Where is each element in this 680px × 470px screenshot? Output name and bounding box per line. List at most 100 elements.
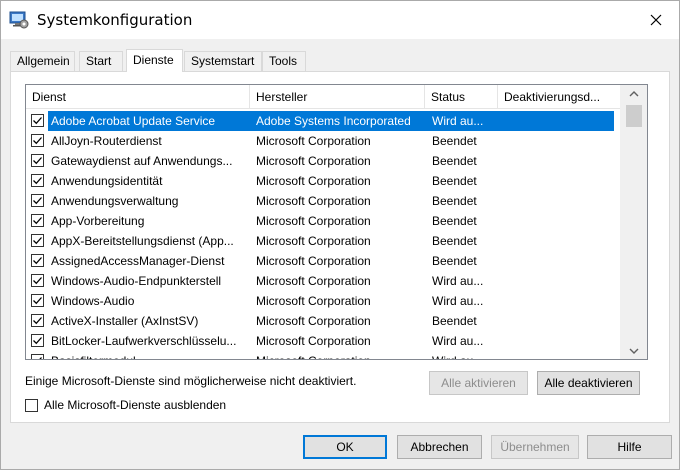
service-vendor: Microsoft Corporation: [256, 154, 371, 168]
chevron-up-icon[interactable]: [620, 85, 647, 102]
service-name: Windows-Audio-Endpunkterstell: [51, 274, 222, 288]
service-status: Beendet: [432, 154, 477, 168]
service-name: Gatewaydienst auf Anwendungs...: [51, 154, 233, 168]
service-checkbox[interactable]: [31, 174, 44, 187]
services-list[interactable]: Dienst Hersteller Status Deaktivierungsd…: [25, 84, 648, 360]
enable-all-button[interactable]: Alle aktivieren: [429, 371, 528, 395]
table-row[interactable]: Anwendungsverwaltung Microsoft Corporatio…: [26, 191, 620, 211]
service-checkbox[interactable]: [31, 214, 44, 227]
checkmark-icon: [33, 177, 42, 185]
table-row[interactable]: Basisfiltermodul Microsoft Corporation Wir…: [26, 351, 620, 359]
system-configuration-window: Systemkonfiguration Allgemein Start Dien…: [0, 0, 680, 470]
column-header-vendor[interactable]: Hersteller: [250, 85, 424, 109]
table-row[interactable]: AssignedAccessManager-Dienst Microsoft Co…: [26, 251, 620, 271]
table-row[interactable]: Adobe Acrobat Update Service Adobe System…: [26, 111, 620, 131]
window-title: Systemkonfiguration: [37, 11, 193, 29]
service-status: Wird au...: [432, 294, 484, 308]
service-checkbox[interactable]: [31, 354, 44, 359]
vertical-scrollbar[interactable]: [620, 85, 647, 359]
cancel-button[interactable]: Abbrechen: [397, 435, 482, 459]
service-checkbox[interactable]: [31, 254, 44, 267]
service-status: Wird au...: [432, 351, 502, 359]
service-vendor: Microsoft Corporation: [256, 351, 428, 359]
tab-dienste[interactable]: Dienste: [126, 49, 183, 72]
service-checkbox[interactable]: [31, 234, 44, 247]
title-bar: Systemkonfiguration: [1, 1, 679, 39]
scrollbar-thumb[interactable]: [626, 105, 642, 127]
service-vendor: Microsoft Corporation: [256, 174, 371, 188]
service-name: ActiveX-Installer (AxInstSV): [51, 314, 199, 328]
service-vendor: Microsoft Corporation: [256, 314, 371, 328]
service-status: Beendet: [432, 174, 477, 188]
apply-button[interactable]: Übernehmen: [491, 435, 579, 459]
table-row[interactable]: Windows-Audio Microsoft Corporation Wird a…: [26, 291, 620, 311]
service-status: Beendet: [432, 194, 477, 208]
checkmark-icon: [33, 257, 42, 265]
service-name: AppX-Bereitstellungsdienst (App...: [51, 234, 234, 248]
column-header-service[interactable]: Dienst: [26, 85, 249, 109]
service-status: Beendet: [432, 234, 477, 248]
service-vendor: Microsoft Corporation: [256, 334, 371, 348]
service-vendor: Microsoft Corporation: [256, 194, 371, 208]
tab-allgemein[interactable]: Allgemein: [10, 51, 75, 71]
service-vendor: Microsoft Corporation: [256, 254, 371, 268]
service-name: Basisfiltermodul: [48, 351, 249, 359]
service-status: Beendet: [432, 314, 477, 328]
row-detail-cells: Microsoft Corporation Beendet: [249, 131, 614, 151]
close-icon[interactable]: [633, 1, 679, 39]
table-row[interactable]: AllJoyn-Routerdienst Microsoft Corporatio…: [26, 131, 620, 151]
table-row[interactable]: Gatewaydienst auf Anwendungs... Microsoft…: [26, 151, 620, 171]
service-name: Anwendungsidentität: [51, 174, 163, 188]
row-detail-cells: Microsoft Corporation Beendet: [249, 251, 614, 271]
checkmark-icon: [33, 117, 42, 125]
checkmark-icon: [33, 217, 42, 225]
chevron-down-icon[interactable]: [620, 342, 647, 359]
checkmark-icon: [33, 237, 42, 245]
table-row[interactable]: Windows-Audio-Endpunkterstell Microsoft C…: [26, 271, 620, 291]
row-detail-cells: Microsoft Corporation Wird au...: [249, 351, 614, 359]
checkmark-icon: [33, 337, 42, 345]
checkmark-icon: [33, 137, 42, 145]
msconfig-icon: [9, 10, 29, 30]
checkbox-box[interactable]: [25, 399, 38, 412]
table-row[interactable]: App-Vorbereitung Microsoft Corporation Bee…: [26, 211, 620, 231]
service-checkbox[interactable]: [31, 314, 44, 327]
service-checkbox[interactable]: [31, 274, 44, 287]
service-checkbox[interactable]: [31, 154, 44, 167]
service-vendor: Microsoft Corporation: [256, 234, 371, 248]
service-checkbox[interactable]: [31, 294, 44, 307]
service-vendor: Microsoft Corporation: [256, 294, 371, 308]
list-header: Dienst Hersteller Status Deaktivierungsd…: [26, 85, 620, 109]
service-vendor: Microsoft Corporation: [256, 134, 371, 148]
table-row[interactable]: ActiveX-Installer (AxInstSV) Microsoft Co…: [26, 311, 620, 331]
services-panel: Dienst Hersteller Status Deaktivierungsd…: [10, 71, 670, 423]
help-button[interactable]: Hilfe: [587, 435, 672, 459]
row-detail-cells: Microsoft Corporation Wird au...: [249, 331, 614, 351]
service-status: Beendet: [432, 214, 477, 228]
tab-systemstart[interactable]: Systemstart: [184, 51, 262, 71]
column-header-disabled-date[interactable]: Deaktivierungsd...: [498, 85, 618, 109]
table-row[interactable]: AppX-Bereitstellungsdienst (App... Micros…: [26, 231, 620, 251]
service-status: Wird au...: [432, 334, 484, 348]
service-checkbox[interactable]: [31, 194, 44, 207]
column-header-status[interactable]: Status: [425, 85, 497, 109]
table-row[interactable]: BitLocker-Laufwerkverschlüsselu... Micros…: [26, 331, 620, 351]
ms-services-note: Einige Microsoft-Dienste sind möglicherw…: [25, 374, 357, 388]
service-checkbox[interactable]: [31, 134, 44, 147]
service-status: Wird au...: [432, 274, 484, 288]
service-vendor: Adobe Systems Incorporated: [256, 114, 411, 128]
checkmark-icon: [39, 357, 42, 359]
service-checkbox[interactable]: [31, 114, 44, 127]
ok-button[interactable]: OK: [303, 435, 387, 459]
row-detail-cells: Microsoft Corporation Wird au...: [249, 271, 614, 291]
service-name: AllJoyn-Routerdienst: [51, 134, 162, 148]
service-checkbox[interactable]: [31, 334, 44, 347]
hide-ms-services-label: Alle Microsoft-Dienste ausblenden: [44, 398, 227, 412]
service-name: Adobe Acrobat Update Service: [48, 111, 249, 131]
disable-all-button[interactable]: Alle deaktivieren: [537, 371, 640, 395]
tab-start[interactable]: Start: [79, 51, 123, 71]
checkmark-icon: [33, 157, 42, 165]
table-row[interactable]: Anwendungsidentität Microsoft Corporation…: [26, 171, 620, 191]
row-detail-cells: Adobe Systems Incorporated Wird au...: [249, 111, 614, 131]
tab-tools[interactable]: Tools: [262, 51, 306, 71]
